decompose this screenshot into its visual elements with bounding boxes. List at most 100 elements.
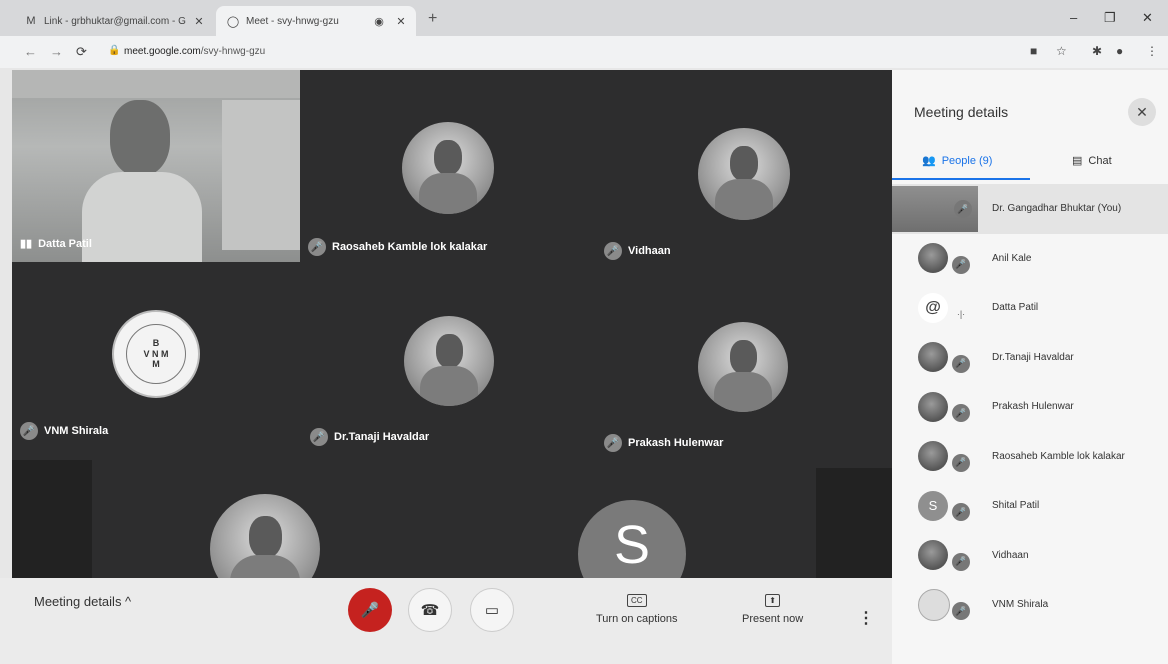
minimize-button[interactable]: – [1070,10,1077,25]
reload-icon[interactable]: ⟳ [76,44,87,60]
camera-indicator-icon[interactable]: ■ [1030,44,1037,58]
extensions-icon[interactable]: ✱ [1092,44,1102,58]
close-tab-icon[interactable]: ✕ [192,15,206,28]
participant-tile-label: 🎤 Dr.Tanaji Havaldar [310,428,429,446]
torso [714,178,774,220]
mic-off-icon: 🎤 [952,503,970,521]
participant-name: Shital Patil [992,500,1040,512]
participant-row[interactable]: 🎤 Vidhaan [892,531,1168,581]
new-tab-button[interactable]: + [428,10,437,28]
captions-icon: CC [626,594,647,607]
participant-avatar[interactable] [404,316,494,406]
close-icon: ✕ [1136,103,1148,120]
participant-row[interactable]: 🎤 Dr.Tanaji Havaldar [892,333,1168,383]
participant-avatar[interactable] [402,122,494,214]
participant-row[interactable]: 🎤 Raosaheb Kamble lok kalakar [892,432,1168,482]
participant-name: Vidhaan [992,549,1029,561]
hang-up-icon: ☎ [420,602,440,619]
mic-off-icon: 🎤 [20,422,38,440]
close-tab-icon[interactable]: ✕ [394,15,408,28]
presenter-avatar-letter[interactable]: S [578,500,686,578]
end-call-button[interactable]: ☎ [408,588,452,632]
back-icon[interactable]: ← [24,44,37,59]
mic-off-icon: 🎤 [604,242,622,260]
tab-title: Meet - svy-hnwg-gzu [246,15,339,27]
participant-avatar [918,342,948,373]
speaking-icon: ·|· [956,309,966,319]
participant-name: Vidhaan [628,245,671,257]
participant-avatar[interactable] [698,322,788,412]
participant-name: Prakash Hulenwar [992,401,1074,413]
participant-avatar [918,540,948,571]
self-tile-label: ▮▮ Datta Patil [20,237,92,251]
participant-row[interactable]: 🎤 Prakash Hulenwar [892,382,1168,432]
logo-text: B [152,337,160,348]
speaking-icon: ▮▮ [20,238,33,250]
url-field[interactable]: meet.google.com/svy-hnwg-gzu [124,46,265,57]
self-video-tile[interactable]: ▮▮ Datta Patil [12,70,300,262]
profile-avatar[interactable]: ● [1116,44,1123,58]
empty-tile [12,460,92,578]
close-panel-button[interactable]: ✕ [1128,98,1156,126]
participant-row[interactable]: S 🎤 Shital Patil [892,481,1168,531]
participant-row[interactable]: @ ·|· Datta Patil [892,283,1168,333]
tab-chat[interactable]: ▤ Chat [1072,154,1112,168]
vnm-logo[interactable]: B V N M M [112,310,200,398]
present-icon: ⬆ [765,594,780,607]
tab-title: Link - grbhuktar@gmail.com - G [44,15,186,27]
mic-off-icon: 🎤 [604,434,622,452]
participant-list: 🎤 Dr. Gangadhar Bhuktar (You) 🎤 Anil Kal… [892,184,1168,630]
cabinet [222,100,300,250]
camera-toggle-button[interactable]: ▭ [470,588,514,632]
browser-menu-icon[interactable]: ⋮ [1146,44,1158,58]
tab-meet[interactable]: ◯ Meet - svy-hnwg-gzu ◉ ✕ [216,6,416,36]
participant-avatar[interactable] [698,128,790,220]
meeting-stage: ▮▮ Datta Patil 🎤 Raosaheb Kamble lok kal… [12,70,892,578]
participant-avatar [918,391,948,422]
participant-name: Dr.Tanaji Havaldar [334,431,430,443]
tab-people[interactable]: 👥 People (9) [922,154,993,168]
captions-label: Turn on captions [596,613,678,625]
mic-off-icon: 🎤 [360,602,380,619]
participant-name: Prakash Hulenwar [628,437,724,449]
participant-tile-label: 🎤 Prakash Hulenwar [604,434,723,452]
mic-off-icon: 🎤 [308,238,326,256]
close-window-button[interactable]: ✕ [1142,10,1153,26]
participant-name: Anil Kale [992,252,1032,264]
participant-row[interactable]: 🎤 VNM Shirala [892,580,1168,630]
face [729,340,757,375]
mic-off-icon: 🎤 [310,428,328,446]
torso [418,172,478,214]
participant-name: VNM Shirala [44,425,109,437]
participant-avatar[interactable] [210,494,320,578]
captions-button[interactable]: CC Turn on captions [596,594,678,625]
participant-avatar [918,588,950,621]
mic-off-icon: 🎤 [952,354,970,373]
url-path: /svy-hnwg-gzu [200,46,266,57]
mic-off-icon: 🎤 [952,453,970,472]
participant-row[interactable]: 🎤 Anil Kale [892,234,1168,284]
tab-people-label: People (9) [941,154,993,167]
participant-tile-label: 🎤 Vidhaan [604,242,671,260]
browser-tab-bar: M Link - grbhuktar@gmail.com - G ✕ ◯ Mee… [0,0,1168,36]
restore-button[interactable]: ❐ [1104,10,1116,26]
participant-name: VNM Shirala [992,599,1049,611]
participant-name: Dr.Tanaji Havaldar [992,351,1074,363]
tab-gmail[interactable]: M Link - grbhuktar@gmail.com - G ✕ [14,6,214,36]
bookmark-star-icon[interactable]: ☆ [1056,44,1067,58]
present-label: Present now [742,613,804,625]
mic-off-icon: 🎤 [954,200,972,218]
people-icon: 👥 [922,155,936,167]
call-controls-bar: Meeting details ^ 🎤 ☎ ▭ CC Turn on capti… [0,578,892,664]
lock-icon[interactable]: 🔒 [108,45,120,56]
self-tile-name: Datta Patil [38,237,92,250]
present-now-button[interactable]: ⬆ Present now [742,594,803,625]
participant-row[interactable]: 🎤 Dr. Gangadhar Bhuktar (You) [892,184,1168,234]
face [435,334,463,369]
participant-avatar [918,243,948,274]
meeting-details-toggle[interactable]: Meeting details ^ [34,594,131,609]
forward-icon[interactable]: → [50,44,63,59]
logo-emblem: B V N M M [126,324,186,384]
mic-toggle-button[interactable]: 🎤 [348,588,392,632]
more-options-icon[interactable]: ⋮ [858,608,874,628]
